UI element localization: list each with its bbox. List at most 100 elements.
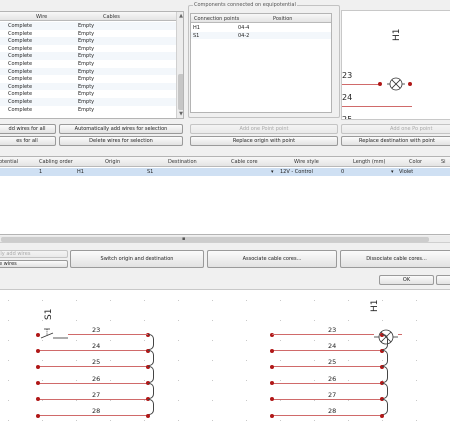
grid-dot [76,420,77,421]
replace-destination-button[interactable]: Replace destination with point [341,136,450,146]
col-header-destination[interactable]: Destination [168,159,197,165]
grid-dot [178,400,179,401]
col-header-si[interactable]: Si [441,159,446,165]
delete-wires-for-all-button[interactable]: es for all [0,136,56,146]
table-row[interactable]: Complete Empty [0,45,176,53]
auto-add-wires-button[interactable]: Automatically add wires for selection [59,124,183,134]
wire-style-dropdown-icon[interactable]: ▾ [271,169,274,175]
right-terminal-dot[interactable] [270,397,274,402]
col-header-cables[interactable]: Cables [103,14,120,20]
col-header-connection-points[interactable]: Connection points [194,16,239,22]
left-terminal-dot[interactable] [36,397,40,402]
ok-button[interactable]: OK [379,275,434,285]
scrollbar-thumb[interactable] [178,74,183,110]
table-row[interactable]: H1 04-4 [191,24,331,32]
grid-dot [8,360,9,361]
left-terminal-dot[interactable] [36,332,40,337]
grid-dot [416,420,417,421]
left-bridge [148,350,154,367]
table-row[interactable]: Complete Empty [0,75,176,83]
grid-dot [280,340,281,341]
right-wire-23-tail[interactable] [398,334,402,335]
grid-dot [8,400,9,401]
components-group-title: Components connected on equipotential [193,2,297,8]
wires-scrollbar[interactable]: ▲ ▼ [176,12,183,118]
cable-status: Empty [78,61,95,67]
left-wire-23[interactable] [68,334,148,335]
col-header-position[interactable]: Position [273,16,292,22]
right-wire-24[interactable] [272,350,382,352]
left-wire-27[interactable] [38,398,148,400]
col-header-length[interactable]: Length (mm) [353,159,385,165]
left-terminal-dot[interactable] [36,381,40,386]
right-terminal-dot[interactable] [270,348,274,353]
add-wires-for-all-button[interactable]: dd wires for all [0,124,56,134]
add-origin-point-button[interactable]: Add one Point point [190,124,338,134]
left-wire-24[interactable] [38,350,148,352]
right-wire-26[interactable] [272,382,382,384]
grid-dot [76,300,77,301]
right-wire-25[interactable] [272,366,382,368]
table-row[interactable]: Complete Empty [0,67,176,76]
col-header-cable-core[interactable]: Cable core [231,159,258,165]
right-terminal-dot[interactable] [270,413,274,418]
right-terminal-dot[interactable] [270,381,274,386]
right-wire-23[interactable] [272,334,374,335]
left-wire-28[interactable] [38,415,148,416]
col-header-origin[interactable]: Origin [105,159,120,165]
table-row[interactable]: Complete Empty [0,22,176,30]
hscroll-thumb[interactable] [1,237,429,242]
col-header-wire[interactable]: Wire [36,14,47,20]
cancel-button-partial[interactable] [436,275,450,285]
cable-status: Empty [78,68,95,75]
right-terminal-dot[interactable] [270,364,274,369]
add-destination-point-button[interactable]: Add one Po point [341,124,450,134]
grid-dot [416,380,417,381]
table-row[interactable]: Complete Empty [0,106,176,114]
table-row[interactable]: Complete Empty [0,90,176,98]
table-row[interactable]: Complete Empty [0,60,176,68]
color-dropdown-icon[interactable]: ▾ [391,169,394,175]
col-header-potential[interactable]: otential [0,159,18,165]
grid-dot [42,300,43,301]
h1-label: H1 [370,299,380,313]
table-row[interactable]: Complete Empty [0,98,176,106]
replace-origin-button[interactable]: Replace origin with point [190,136,338,146]
right-wire-28[interactable] [272,415,382,416]
table-row[interactable]: Complete Empty [0,82,176,91]
color[interactable]: Violet [399,169,413,175]
wire-style[interactable]: 12V - Control [280,169,313,175]
left-terminal-dot[interactable] [36,348,40,353]
right-terminal-dot[interactable] [380,413,384,418]
associate-cable-cores-button[interactable]: Associate cable cores... [207,250,337,268]
delete-wires-selection-button[interactable]: Delete wires for selection [59,136,183,146]
table-row[interactable]: S1 04-2 [191,31,331,40]
col-header-cabling-order[interactable]: Cabling order [39,159,73,165]
left-terminal-dot[interactable] [36,364,40,369]
table-row[interactable]: Complete Empty [0,30,176,38]
auto-add-wires-small-button[interactable]: lly add wires [0,250,68,258]
splitter-grip-icon[interactable]: ▪ [182,236,185,242]
left-terminal-dot[interactable] [36,413,40,418]
table-row[interactable]: Complete Empty [0,37,176,45]
grid-dot [42,420,43,421]
left-wire-25[interactable] [38,366,148,368]
connection-point: H1 [193,25,200,31]
scroll-down-arrow-icon[interactable]: ▼ [178,111,183,117]
dissociate-cable-cores-button[interactable]: Dissociate cable cores... [340,250,450,268]
wire-status: Complete [8,45,33,52]
table-row[interactable]: 1 H1 S1 ▾ 12V - Control 0 ▾ Violet [0,168,450,176]
table-row[interactable]: Complete Empty [0,52,176,60]
col-header-color[interactable]: Color [409,159,422,165]
cable-table-hscroll[interactable]: ▪ [0,236,450,243]
left-terminal-dot[interactable] [146,413,150,418]
wire-status: Complete [8,99,33,105]
scroll-up-arrow-icon[interactable]: ▲ [178,13,183,19]
left-wire-26[interactable] [38,382,148,384]
grid-dot [280,420,281,421]
switch-origin-destination-button[interactable]: Switch origin and destination [70,250,204,268]
wires-small-button[interactable]: e wires [0,260,68,268]
symbol-preview: H1 23 24 25 [341,10,450,120]
col-header-wire-style[interactable]: Wire style [294,159,319,165]
right-wire-27[interactable] [272,398,382,400]
